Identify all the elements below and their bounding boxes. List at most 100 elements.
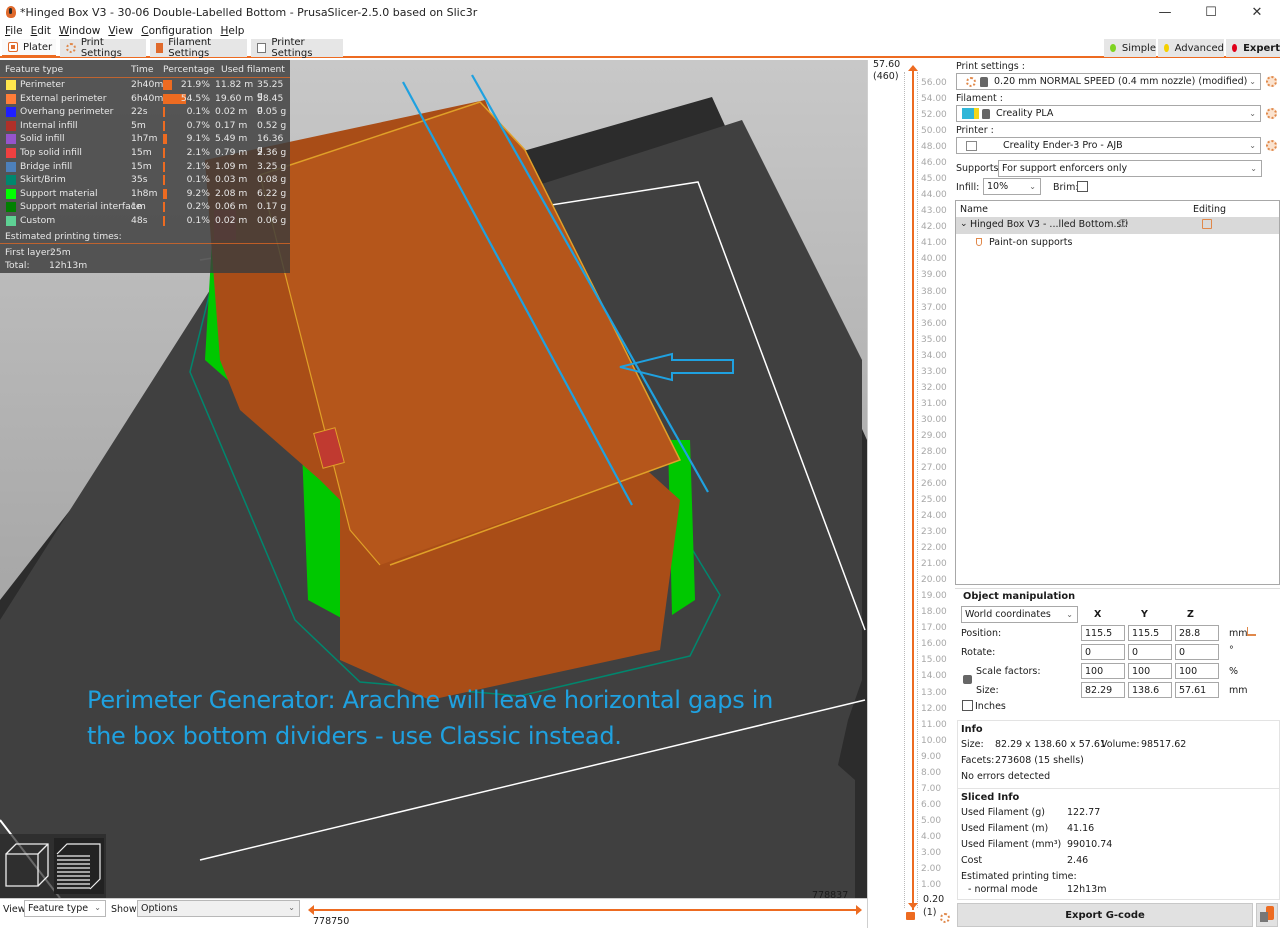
- size-x-input[interactable]: 82.29: [1081, 682, 1125, 698]
- paint-on-supports-icon: [976, 238, 982, 246]
- scale-x-input[interactable]: 100: [1081, 663, 1125, 679]
- position-z-input[interactable]: 28.8: [1175, 625, 1219, 641]
- print-settings-edit-cog-icon[interactable]: [1266, 76, 1277, 87]
- view-type-select[interactable]: Feature type ⌄: [24, 900, 106, 917]
- sliced-row-value: 41.16: [1067, 823, 1095, 834]
- size-y-input[interactable]: 138.6: [1128, 682, 1172, 698]
- printer-edit-cog-icon[interactable]: [1266, 140, 1277, 151]
- 3d-view-cube-icon[interactable]: [5, 843, 49, 887]
- layer-height-tick: 28.00: [921, 446, 947, 457]
- device-icon: [1260, 912, 1268, 922]
- tick-rail-left: [904, 72, 905, 908]
- inches-checkbox[interactable]: [962, 700, 973, 711]
- send-to-device-button[interactable]: [1256, 903, 1278, 927]
- coordinates-select[interactable]: World coordinates ⌄: [961, 606, 1078, 623]
- layer-height-tick: 52.00: [921, 110, 947, 121]
- filament-select[interactable]: Creality PLA ⌄: [956, 105, 1261, 122]
- chevron-down-icon: ⌄: [1249, 109, 1256, 118]
- lower-thumb[interactable]: [908, 903, 918, 909]
- position-y-input[interactable]: 115.5: [1128, 625, 1172, 641]
- scale-unit: %: [1229, 666, 1239, 677]
- feature-color-swatch: [6, 93, 16, 104]
- layer-height-tick: 11.00: [921, 719, 947, 730]
- unlock-icon[interactable]: [906, 912, 915, 920]
- export-gcode-button[interactable]: Export G-code: [957, 903, 1253, 927]
- chevron-down-icon: ⌄: [94, 903, 101, 912]
- layers-view-icon[interactable]: [54, 838, 104, 894]
- feature-filament-length: 2.08 m: [215, 187, 248, 199]
- tab-print-settings[interactable]: Print Settings: [60, 37, 146, 59]
- uniform-scale-lock-icon[interactable]: [963, 675, 972, 684]
- show-options-select[interactable]: Options ⌄: [137, 900, 300, 917]
- layer-height-tick: 44.00: [921, 190, 947, 201]
- cog-icon: [66, 43, 76, 53]
- layer-height-tick: 34.00: [921, 350, 947, 361]
- layer-height-tick: 32.00: [921, 382, 947, 393]
- feature-time: 1h7m: [131, 133, 158, 145]
- slider-settings-cog-icon[interactable]: [940, 913, 950, 923]
- layer-height-tick: 18.00: [921, 607, 947, 618]
- filament-edit-cog-icon[interactable]: [1266, 108, 1277, 119]
- plater-icon: [8, 42, 18, 52]
- minimize-button[interactable]: —: [1142, 0, 1188, 24]
- layer-height-tick: 6.00: [921, 799, 942, 810]
- position-x-input[interactable]: 115.5: [1081, 625, 1125, 641]
- legend-header-time: Time: [131, 64, 154, 75]
- feature-filament-weight: 0.52 g: [257, 119, 287, 131]
- feature-color-swatch: [6, 120, 16, 131]
- position-unit: mm: [1229, 628, 1248, 639]
- infill-label: Infill:: [956, 182, 980, 193]
- annotation-text: Perimeter Generator: Arachne will leave …: [87, 682, 773, 754]
- feature-filament-weight: 3.25 g: [257, 160, 287, 172]
- expand-chevron-icon[interactable]: ⌄: [960, 219, 968, 229]
- menu-window[interactable]: Window: [59, 25, 100, 37]
- hslider-track[interactable]: [313, 909, 856, 911]
- object-row[interactable]: ⌄ Hinged Box V3 - ...lled Bottom.stl: [956, 217, 1279, 234]
- scale-y-input[interactable]: 100: [1128, 663, 1172, 679]
- menu-help[interactable]: Help: [220, 25, 244, 37]
- drop-to-bed-icon[interactable]: [1247, 627, 1256, 636]
- sliced-row-value: 122.77: [1067, 807, 1101, 818]
- layer-height-tick: 37.00: [921, 302, 947, 313]
- rotate-x-input[interactable]: 0: [1081, 644, 1125, 660]
- view-toggle-group: [0, 834, 106, 898]
- 3d-preview-canvas[interactable]: Feature type Time Percentage Used filame…: [0, 60, 867, 898]
- legend-row: Top solid infill 15m 2.1% 0.79 m 2.36 g: [0, 147, 290, 161]
- menu-view[interactable]: View: [108, 25, 133, 37]
- mode-simple-button[interactable]: Simple: [1104, 39, 1156, 57]
- tab-filament-settings[interactable]: Filament Settings: [150, 37, 247, 59]
- editing-settings-icon[interactable]: [1202, 219, 1212, 229]
- filament-color-swatch-2: [974, 108, 979, 119]
- hslider-right-thumb[interactable]: [856, 905, 862, 915]
- info-facets-value: 273608 (15 shells): [995, 755, 1084, 766]
- feature-time: 1h8m: [131, 187, 158, 199]
- maximize-button[interactable]: ☐: [1188, 0, 1234, 24]
- title-bar: *Hinged Box V3 - 30-06 Double-Labelled B…: [0, 0, 1280, 24]
- first-layer-label: First layer:: [5, 247, 54, 258]
- supports-select[interactable]: For support enforcers only ⌄: [998, 160, 1262, 177]
- mode-advanced-button[interactable]: Advanced: [1158, 39, 1224, 57]
- tab-printer-settings[interactable]: Printer Settings: [251, 37, 343, 59]
- menu-configuration[interactable]: Configuration: [141, 25, 212, 37]
- rotate-z-input[interactable]: 0: [1175, 644, 1219, 660]
- rotate-y-input[interactable]: 0: [1128, 644, 1172, 660]
- printer-select[interactable]: Creality Ender-3 Pro - AJB ⌄: [956, 137, 1261, 154]
- hslider-low-value: 778750: [313, 916, 350, 927]
- print-settings-select[interactable]: 0.20 mm NORMAL SPEED (0.4 mm nozzle) (mo…: [956, 73, 1261, 90]
- tab-plater[interactable]: Plater: [2, 39, 56, 57]
- view-type-value: Feature type: [28, 903, 89, 914]
- size-z-input[interactable]: 57.61: [1175, 682, 1219, 698]
- infill-select[interactable]: 10% ⌄: [983, 178, 1041, 195]
- menu-file[interactable]: File: [5, 25, 23, 37]
- scale-z-input[interactable]: 100: [1175, 663, 1219, 679]
- close-button[interactable]: ✕: [1234, 0, 1280, 24]
- layer-slider[interactable]: 57.60 (460) 56.00 54.00 52.00 50.00 48.00 46.…: [867, 59, 955, 928]
- tab-label: Filament Settings: [168, 37, 212, 59]
- object-subitem-row[interactable]: Paint-on supports: [956, 235, 1279, 251]
- menu-edit[interactable]: Edit: [31, 25, 51, 37]
- feature-name: Support material interface: [20, 201, 142, 213]
- brim-checkbox[interactable]: [1077, 181, 1088, 192]
- visibility-eye-icon[interactable]: [1118, 219, 1128, 227]
- mode-expert-button[interactable]: Expert: [1226, 39, 1280, 57]
- legend-divider: [0, 243, 290, 244]
